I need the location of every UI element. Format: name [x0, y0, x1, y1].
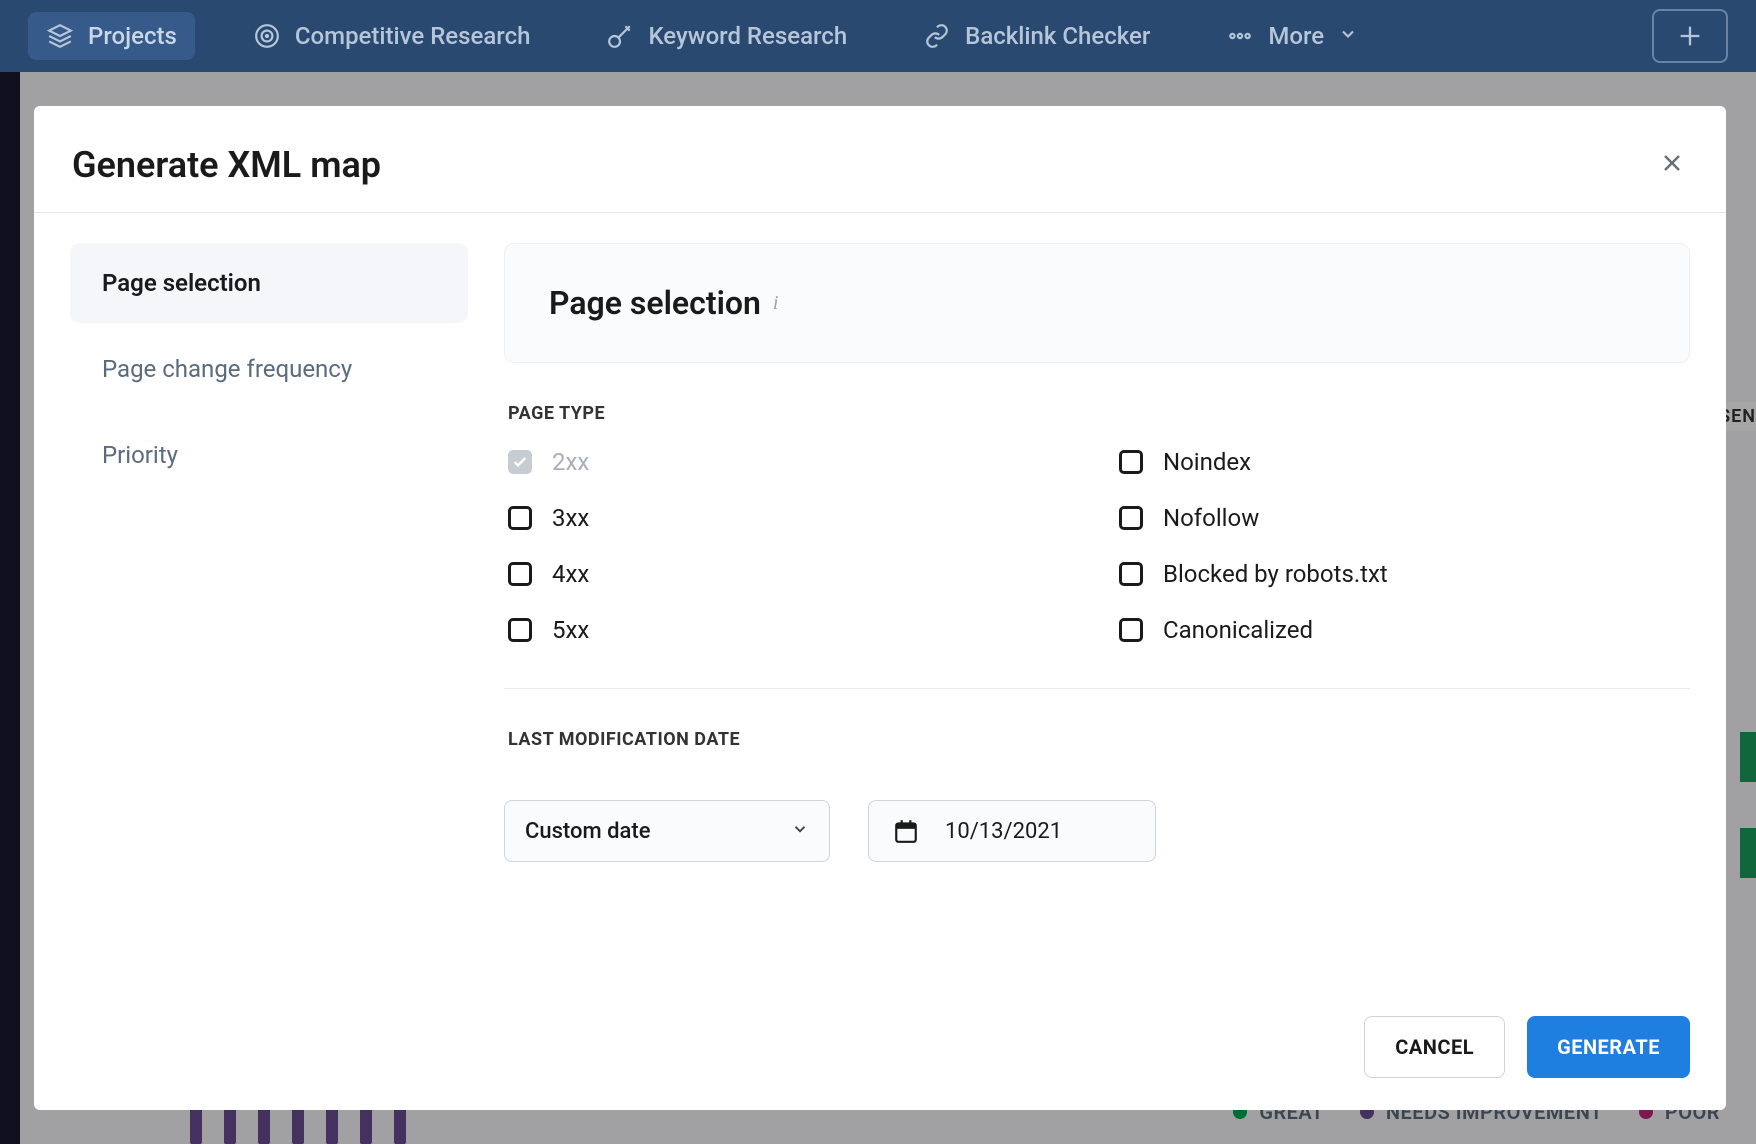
chevron-down-icon	[1338, 22, 1358, 50]
modal-header: Generate XML map	[34, 106, 1726, 213]
tab-priority[interactable]: Priority	[70, 415, 468, 495]
generate-button[interactable]: GENERATE	[1527, 1016, 1690, 1078]
checkbox[interactable]	[508, 562, 532, 586]
add-button[interactable]	[1652, 9, 1728, 63]
close-icon	[1660, 151, 1684, 175]
modal-footer: CANCEL GENERATE	[1364, 1016, 1690, 1078]
nav-label: Backlink Checker	[965, 22, 1150, 50]
tab-page-selection[interactable]: Page selection	[70, 243, 468, 323]
modal-body: Page selection Page change frequency Pri…	[34, 213, 1726, 862]
info-icon[interactable]: i	[773, 292, 779, 315]
nav-competitive[interactable]: Competitive Research	[235, 12, 549, 60]
more-icon	[1226, 22, 1254, 50]
top-nav: Projects Competitive Research Keyword Re…	[0, 0, 1756, 72]
tab-page-change-frequency[interactable]: Page change frequency	[70, 329, 468, 409]
page-type-grid: 2xx Noindex 3xx Nofollow 4xx	[504, 448, 1690, 644]
nav-label: Projects	[88, 22, 177, 50]
nav-more[interactable]: More	[1208, 12, 1376, 60]
layers-icon	[46, 22, 74, 50]
section-header: Page selection i	[504, 243, 1690, 363]
checkbox[interactable]	[1119, 450, 1143, 474]
nav-label: More	[1268, 22, 1324, 50]
last-mod-label: LAST MODIFICATION DATE	[508, 729, 1690, 750]
link-icon	[923, 22, 951, 50]
nav-label: Keyword Research	[648, 22, 847, 50]
checkbox[interactable]	[1119, 562, 1143, 586]
close-button[interactable]	[1656, 145, 1688, 186]
nav-keyword[interactable]: Keyword Research	[588, 12, 865, 60]
checkbox-nofollow[interactable]: Nofollow	[1119, 504, 1690, 532]
date-row: Custom date 10/13/2021	[504, 800, 1690, 862]
checkbox[interactable]	[508, 506, 532, 530]
chevron-down-icon	[791, 819, 809, 844]
modal-title: Generate XML map	[72, 144, 1656, 186]
checkbox-canonicalized[interactable]: Canonicalized	[1119, 616, 1690, 644]
nav-label: Competitive Research	[295, 22, 531, 50]
page-type-label: PAGE TYPE	[508, 403, 1690, 424]
section-title: Page selection	[549, 284, 761, 322]
checkbox-robots[interactable]: Blocked by robots.txt	[1119, 560, 1690, 588]
checkbox-3xx[interactable]: 3xx	[508, 504, 1079, 532]
nav-projects[interactable]: Projects	[28, 12, 195, 60]
cancel-button[interactable]: CANCEL	[1364, 1016, 1505, 1078]
key-icon	[606, 22, 634, 50]
checkbox[interactable]	[1119, 618, 1143, 642]
checkbox[interactable]	[1119, 506, 1143, 530]
checkbox[interactable]	[508, 618, 532, 642]
calendar-icon	[893, 818, 919, 844]
nav-backlink[interactable]: Backlink Checker	[905, 12, 1168, 60]
date-mode-select[interactable]: Custom date	[504, 800, 830, 862]
checkbox-5xx[interactable]: 5xx	[508, 616, 1079, 644]
divider	[504, 688, 1690, 689]
checkbox-4xx[interactable]: 4xx	[508, 560, 1079, 588]
generate-xml-modal: Generate XML map Page selection Page cha…	[34, 106, 1726, 1110]
date-input[interactable]: 10/13/2021	[868, 800, 1156, 862]
modal-main-panel: Page selection i PAGE TYPE 2xx Noindex	[504, 243, 1690, 862]
modal-tabs: Page selection Page change frequency Pri…	[34, 243, 504, 862]
checkbox-noindex[interactable]: Noindex	[1119, 448, 1690, 476]
target-icon	[253, 22, 281, 50]
checkbox-2xx: 2xx	[508, 448, 1079, 476]
checkbox	[508, 450, 532, 474]
